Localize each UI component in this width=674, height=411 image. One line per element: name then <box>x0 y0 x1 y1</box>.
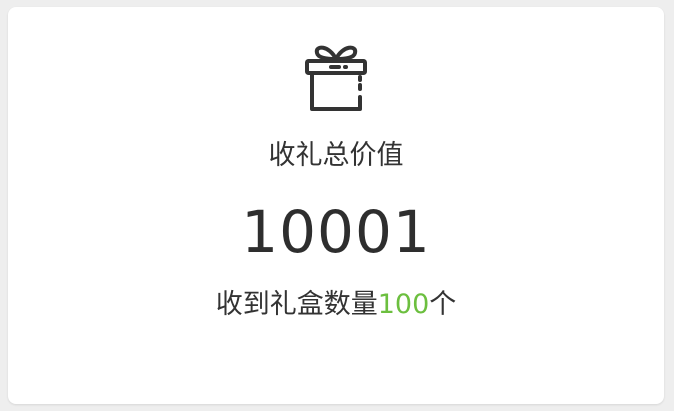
gift-summary-card: 收礼总价值 10001 收到礼盒数量100个 <box>8 7 664 404</box>
gift-box-count-value: 100 <box>377 289 430 320</box>
gift-total-value: 10001 <box>241 198 431 266</box>
gift-icon <box>303 41 369 111</box>
gift-total-title: 收礼总价值 <box>268 140 404 171</box>
gift-box-count-label: 收到礼盒数量 <box>215 289 378 320</box>
gift-box-count-line: 收到礼盒数量100个 <box>8 287 664 323</box>
gift-box-count-unit: 个 <box>429 289 457 320</box>
